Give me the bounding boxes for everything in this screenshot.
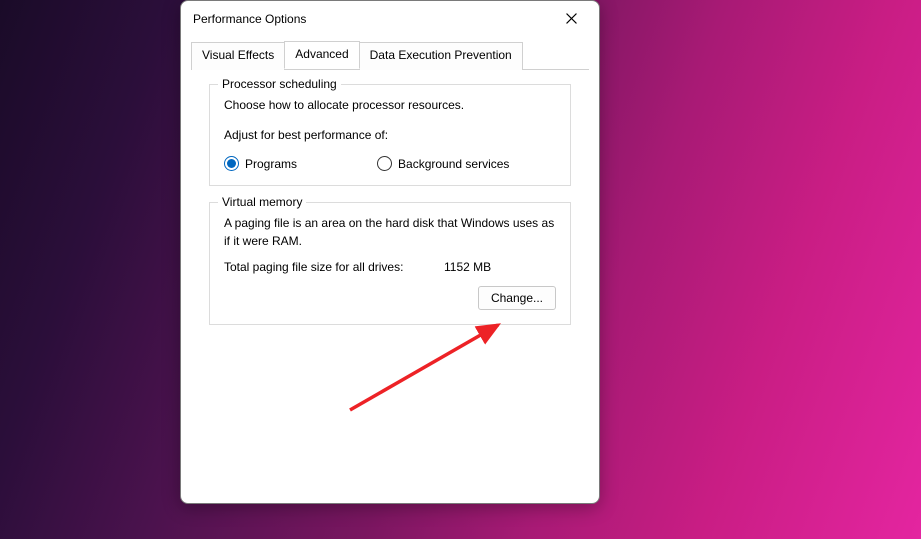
radio-background-indicator — [377, 156, 392, 171]
vm-total-row: Total paging file size for all drives: 1… — [224, 260, 556, 274]
vm-total-value: 1152 MB — [444, 260, 491, 274]
vm-total-label: Total paging file size for all drives: — [224, 260, 444, 274]
dialog-title: Performance Options — [193, 12, 306, 26]
radio-programs-label: Programs — [245, 157, 297, 171]
processor-radio-group: Programs Background services — [224, 156, 556, 171]
virtual-memory-group: Virtual memory A paging file is an area … — [209, 202, 571, 325]
close-icon — [566, 13, 577, 24]
tab-content-advanced: Processor scheduling Choose how to alloc… — [191, 70, 589, 355]
processor-group-title: Processor scheduling — [218, 77, 341, 91]
processor-description: Choose how to allocate processor resourc… — [224, 97, 556, 114]
titlebar: Performance Options — [181, 1, 599, 36]
tabs-container: Visual Effects Advanced Data Execution P… — [181, 36, 599, 355]
tab-advanced[interactable]: Advanced — [284, 41, 359, 69]
processor-subheading: Adjust for best performance of: — [224, 128, 556, 142]
close-button[interactable] — [553, 5, 589, 33]
radio-programs-indicator — [224, 156, 239, 171]
vm-description: A paging file is an area on the hard dis… — [224, 215, 556, 250]
performance-options-dialog: Performance Options Visual Effects Advan… — [180, 0, 600, 504]
processor-scheduling-group: Processor scheduling Choose how to alloc… — [209, 84, 571, 186]
radio-programs[interactable]: Programs — [224, 156, 297, 171]
tab-strip: Visual Effects Advanced Data Execution P… — [191, 41, 589, 70]
radio-background-label: Background services — [398, 157, 509, 171]
vm-group-title: Virtual memory — [218, 195, 306, 209]
radio-background-services[interactable]: Background services — [377, 156, 509, 171]
tab-visual-effects[interactable]: Visual Effects — [191, 42, 285, 70]
tab-dep[interactable]: Data Execution Prevention — [359, 42, 523, 70]
change-button[interactable]: Change... — [478, 286, 556, 310]
vm-button-row: Change... — [224, 286, 556, 310]
